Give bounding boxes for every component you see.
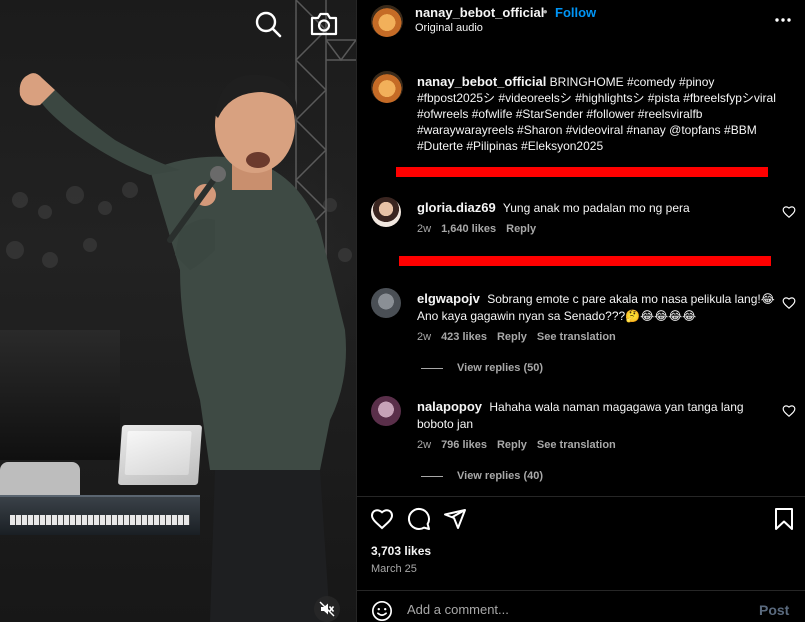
view-replies-label: View replies (40): [457, 470, 544, 482]
heart-icon[interactable]: [369, 506, 395, 532]
replies-divider: [421, 367, 443, 369]
redaction-bar: [399, 256, 771, 266]
reply-button[interactable]: Reply: [497, 439, 527, 451]
comment-text: gloria.diaz69 Yung anak mo padalan mo ng…: [417, 199, 777, 217]
audio-link[interactable]: Original audio: [415, 22, 483, 34]
section-divider: [357, 496, 805, 497]
comment-meta: 2w 796 likes Reply See translation: [417, 439, 616, 451]
reply-button[interactable]: Reply: [497, 331, 527, 343]
comment-input[interactable]: [407, 602, 737, 617]
view-replies-button[interactable]: View replies (50): [421, 362, 543, 374]
comment-username[interactable]: elgwapojv: [417, 291, 480, 306]
heart-icon[interactable]: [782, 205, 796, 219]
post-username[interactable]: nanay_bebot_official: [415, 5, 544, 20]
comment-time: 2w: [417, 223, 432, 235]
bookmark-icon[interactable]: [771, 506, 797, 532]
performer-singing: [19, 73, 346, 622]
comment-meta: 2w 423 likes Reply See translation: [417, 331, 616, 343]
post-sidebar: nanay_bebot_official • Follow Original a…: [356, 0, 805, 622]
avatar[interactable]: [371, 5, 403, 37]
post-button[interactable]: Post: [759, 602, 789, 618]
follow-button[interactable]: Follow: [555, 5, 596, 20]
comment-body: Yung anak mo padalan mo ng pera: [502, 201, 690, 215]
comment-username[interactable]: gloria.diaz69: [417, 200, 496, 215]
redaction-bar: [396, 167, 768, 177]
comment-text: elgwapojv Sobrang emote c pare akala mo …: [417, 290, 777, 325]
replies-divider: [421, 475, 443, 477]
post-header: nanay_bebot_official • Follow Original a…: [357, 0, 805, 44]
comment-username[interactable]: nalapopoy: [417, 399, 482, 414]
muted-speaker-icon[interactable]: [314, 596, 340, 622]
comment-likes[interactable]: 1,640 likes: [441, 223, 496, 235]
heart-icon[interactable]: [782, 404, 796, 418]
camera-icon[interactable]: [308, 8, 340, 40]
comment-meta: 2w 1,640 likes Reply: [417, 223, 536, 235]
separator-dot: •: [543, 4, 548, 19]
avatar[interactable]: [371, 197, 401, 227]
heart-icon[interactable]: [782, 296, 796, 310]
avatar[interactable]: [371, 71, 403, 103]
caption-text: nanay_bebot_official BRINGHOME #comedy #…: [417, 74, 777, 154]
avatar[interactable]: [371, 396, 401, 426]
comment-time: 2w: [417, 439, 432, 451]
comment-text: nalapopoy Hahaha wala naman magagawa yan…: [417, 398, 777, 433]
comment-time: 2w: [417, 331, 432, 343]
reply-button[interactable]: Reply: [506, 223, 536, 235]
comment-likes[interactable]: 796 likes: [441, 439, 487, 451]
post-date[interactable]: March 25: [371, 563, 417, 575]
share-icon[interactable]: [442, 506, 468, 532]
avatar[interactable]: [371, 288, 401, 318]
comment-likes[interactable]: 423 likes: [441, 331, 487, 343]
more-options-icon[interactable]: [773, 10, 793, 30]
see-translation-button[interactable]: See translation: [537, 439, 616, 451]
view-replies-label: View replies (50): [457, 362, 544, 374]
section-divider: [357, 590, 805, 591]
like-count[interactable]: 3,703 likes: [371, 544, 431, 558]
comment-composer: Post: [357, 598, 805, 622]
reel-video[interactable]: [0, 0, 356, 622]
caption-username[interactable]: nanay_bebot_official: [417, 74, 546, 89]
action-bar: [357, 506, 805, 534]
search-icon[interactable]: [252, 8, 284, 40]
emoji-icon[interactable]: [371, 600, 393, 622]
view-replies-button[interactable]: View replies (40): [421, 470, 543, 482]
see-translation-button[interactable]: See translation: [537, 331, 616, 343]
comment-icon[interactable]: [406, 506, 432, 532]
